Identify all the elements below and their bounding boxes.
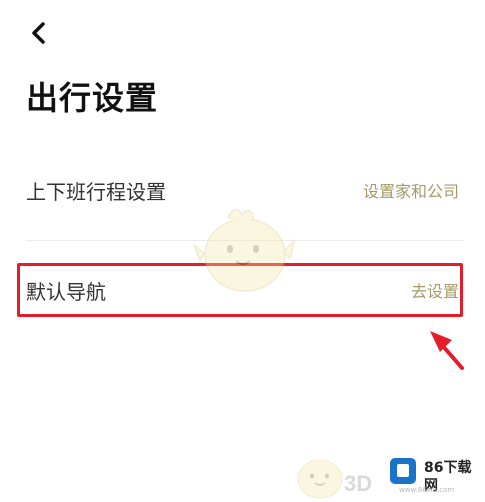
back-chevron-icon[interactable]	[22, 16, 56, 50]
commute-settings-label: 上下班行程设置	[26, 180, 166, 204]
watermark-url: www.86xia.com	[399, 486, 455, 494]
watermark-3d-text: 3D	[344, 471, 373, 496]
commute-settings-row[interactable]: 上下班行程设置 设置家和公司	[0, 166, 485, 218]
default-navigation-row[interactable]: 默认导航 去设置	[0, 266, 485, 318]
page-title: 出行设置	[26, 79, 159, 117]
default-navigation-label: 默认导航	[26, 280, 106, 304]
set-home-work-link[interactable]: 设置家和公司	[363, 180, 459, 204]
divider	[26, 240, 463, 241]
chick-mascot-small-watermark-icon	[297, 459, 343, 499]
download-site-logo-icon	[390, 458, 416, 484]
go-settings-link[interactable]: 去设置	[411, 280, 459, 304]
